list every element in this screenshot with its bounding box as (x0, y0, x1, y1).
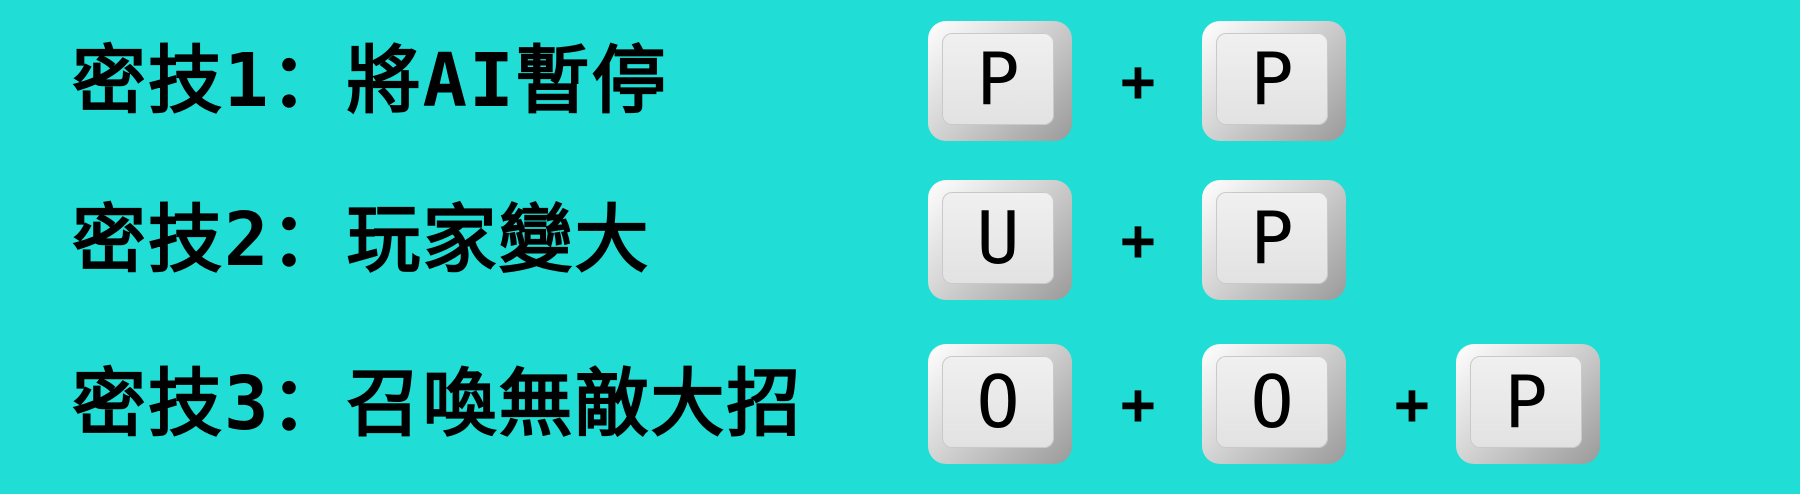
cheat-row-2: 密技2：玩家變大 U + P (0, 177, 1800, 303)
key-face: O (942, 356, 1054, 448)
cheat-row-3: 密技3：召喚無敵大招 O + O + P (0, 341, 1800, 467)
key-letter: P (1250, 196, 1294, 280)
key-letter: P (976, 37, 1020, 121)
key-letter: O (976, 360, 1020, 444)
keyboard-key-icon: U (928, 180, 1072, 300)
keyboard-key-icon: P (1202, 21, 1346, 141)
key-face: P (1216, 33, 1328, 125)
keyboard-key-icon: O (928, 344, 1072, 464)
key-letter: P (1250, 37, 1294, 121)
cheat-label-3: 密技3：召喚無敵大招 (72, 361, 803, 447)
keyboard-key-icon: P (928, 21, 1072, 141)
cheat-label-1: 密技1：將AI暫停 (72, 38, 668, 124)
keyboard-key-icon: P (1202, 180, 1346, 300)
key-face: O (1216, 356, 1328, 448)
key-letter: O (1250, 360, 1294, 444)
cheat-row-1: 密技1：將AI暫停 P + P (0, 18, 1800, 144)
key-face: P (942, 33, 1054, 125)
plus-icon: + (1120, 47, 1156, 115)
plus-icon: + (1394, 370, 1430, 438)
key-face: P (1470, 356, 1582, 448)
plus-icon: + (1120, 206, 1156, 274)
key-letter: U (976, 196, 1020, 280)
key-letter: P (1504, 360, 1548, 444)
key-face: P (1216, 192, 1328, 284)
cheat-codes-screen: 密技1：將AI暫停 P + P 密技2：玩家變大 U + P 密技3：召喚無敵大… (0, 0, 1800, 494)
keyboard-key-icon: O (1202, 344, 1346, 464)
plus-icon: + (1120, 370, 1156, 438)
cheat-label-2: 密技2：玩家變大 (72, 197, 651, 283)
key-face: U (942, 192, 1054, 284)
keyboard-key-icon: P (1456, 344, 1600, 464)
